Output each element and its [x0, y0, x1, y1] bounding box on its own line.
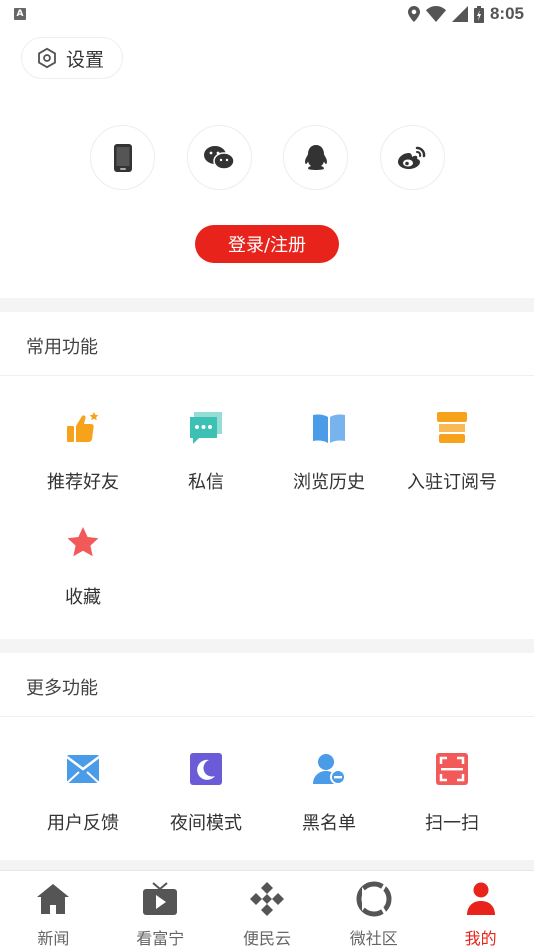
browse-history-item[interactable]: 浏览历史: [267, 410, 391, 494]
nav-news[interactable]: 新闻: [0, 871, 107, 950]
subscribe-account-label: 入驻订阅号: [407, 472, 497, 493]
diamond-grid-icon: [249, 882, 284, 916]
location-icon: [407, 6, 420, 22]
nav-watch-funing[interactable]: 看富宁: [107, 871, 214, 950]
nav-convenience-cloud[interactable]: 便民云: [214, 871, 321, 950]
shop-icon: [437, 412, 467, 443]
thumbs-up-icon: [67, 412, 99, 442]
settings-button[interactable]: 设置: [21, 37, 123, 79]
section-line: [0, 716, 534, 717]
settings-label: 设置: [66, 48, 105, 71]
recommend-friends-label: 推荐好友: [47, 472, 119, 493]
wifi-icon: [425, 6, 446, 22]
recommend-friends-item[interactable]: 推荐好友: [21, 410, 145, 494]
section-line: [0, 375, 534, 376]
weibo-login-button[interactable]: [379, 125, 445, 190]
battery-icon: [473, 5, 484, 23]
subscribe-account-item[interactable]: 入驻订阅号: [390, 410, 514, 494]
nav-mine[interactable]: 我的: [427, 871, 534, 950]
section-divider: [0, 639, 534, 653]
night-mode-label: 夜间模式: [170, 813, 242, 834]
login-register-button[interactable]: 登录/注册: [195, 225, 339, 263]
qq-icon: [304, 144, 327, 170]
nav-watch-funing-label: 看富宁: [136, 929, 185, 948]
user-block-icon: [313, 754, 346, 785]
community-icon: [356, 881, 392, 917]
person-icon: [466, 882, 495, 915]
nav-micro-community[interactable]: 微社区: [320, 871, 427, 950]
favorites-item[interactable]: 收藏: [21, 525, 145, 609]
feedback-item[interactable]: 用户反馈: [21, 751, 145, 835]
star-icon: [67, 527, 99, 557]
scan-label: 扫一扫: [425, 813, 479, 834]
section-divider: [0, 298, 534, 312]
qq-login-button[interactable]: [283, 125, 349, 190]
section-divider: [0, 860, 534, 870]
scan-icon: [436, 753, 468, 785]
favorites-label: 收藏: [65, 587, 101, 608]
status-bar: A 8:05: [0, 0, 534, 28]
scan-item[interactable]: 扫一扫: [390, 751, 514, 835]
nav-mine-label: 我的: [464, 929, 497, 948]
more-functions-title: 更多功能: [26, 678, 98, 699]
browse-history-label: 浏览历史: [293, 472, 365, 493]
night-mode-item[interactable]: 夜间模式: [144, 751, 268, 835]
private-message-label: 私信: [188, 472, 224, 493]
common-functions-title: 常用功能: [26, 337, 98, 358]
tv-icon: [143, 882, 178, 915]
weibo-icon: [398, 146, 426, 169]
blacklist-item[interactable]: 黑名单: [267, 751, 391, 835]
feedback-label: 用户反馈: [47, 813, 119, 834]
login-methods: [90, 125, 445, 190]
clock: 8:05: [489, 4, 524, 23]
book-icon: [313, 414, 345, 443]
moon-icon: [190, 753, 222, 785]
home-icon: [37, 884, 70, 914]
notification-badge: A: [14, 8, 26, 20]
message-icon: [190, 412, 222, 444]
wechat-icon: [204, 145, 235, 170]
signal-icon: [451, 6, 468, 22]
nav-micro-community-label: 微社区: [349, 929, 398, 948]
blacklist-label: 黑名单: [302, 813, 356, 834]
bottom-nav: 新闻 看富宁 便民云 微社区 我的: [0, 870, 534, 950]
phone-icon: [113, 143, 132, 172]
nav-convenience-cloud-label: 便民云: [242, 929, 291, 948]
nav-news-label: 新闻: [37, 929, 70, 948]
private-message-item[interactable]: 私信: [144, 410, 268, 494]
mail-icon: [66, 755, 100, 784]
wechat-login-button[interactable]: [186, 125, 252, 190]
phone-login-button[interactable]: [90, 125, 155, 190]
settings-hex-icon: [38, 47, 56, 69]
